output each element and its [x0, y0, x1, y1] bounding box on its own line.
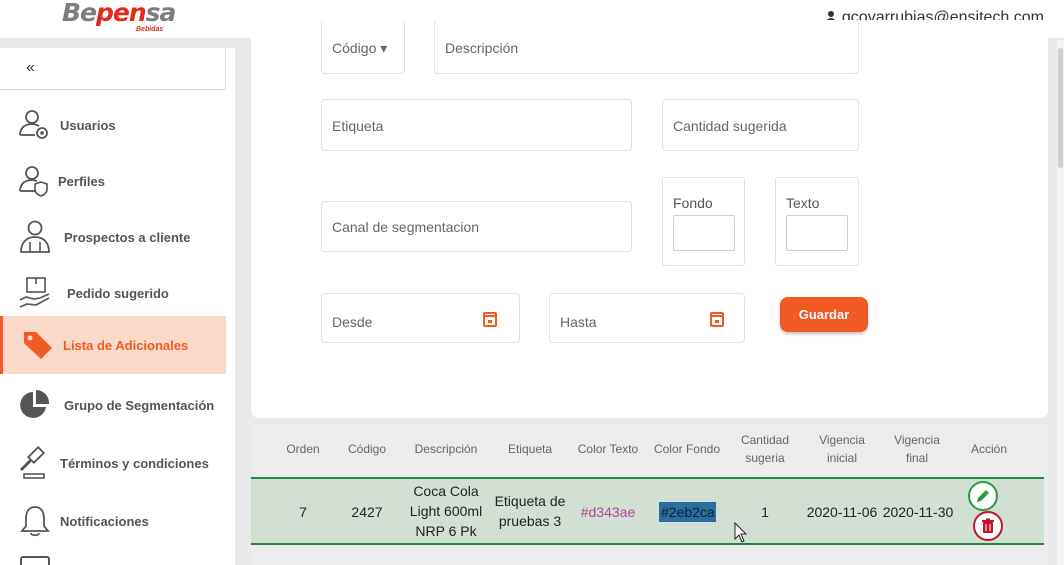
cell-vigencia-final: 2020-11-30 — [882, 504, 954, 520]
mouse-cursor-icon — [734, 522, 748, 543]
tag-icon — [24, 332, 52, 359]
etiqueta-field[interactable]: Etiqueta — [321, 99, 632, 151]
fondo-color-picker: Fondo — [662, 177, 745, 266]
double-chevron-left-icon: « — [26, 59, 35, 76]
gavel-icon — [19, 446, 46, 479]
calendar-icon[interactable] — [483, 312, 497, 327]
users-icon — [20, 220, 50, 253]
cell-color-texto: #d343ae — [580, 504, 636, 520]
fondo-label: Fondo — [673, 195, 713, 211]
sidebar-item-label: Lista de Adicionales — [63, 337, 189, 353]
collapse-sidebar-button[interactable]: « — [0, 48, 226, 90]
texto-color-picker: Texto — [775, 177, 859, 266]
sidebar-item-partial[interactable] — [20, 556, 50, 565]
cell-descripcion: Coca Cola Light 600ml NRP 6 Pk — [409, 483, 483, 539]
column-header-color-texto[interactable]: Color Texto — [573, 440, 643, 458]
texto-label: Texto — [786, 195, 820, 211]
column-header-descripcion[interactable]: Descripción — [406, 440, 486, 458]
bepensa-logo[interactable]: Bepensa Bebidas — [62, 0, 192, 34]
sidebar-item-label: Prospectos a cliente — [64, 229, 191, 245]
canal-placeholder: Canal de segmentacion — [332, 219, 480, 235]
user-gear-icon — [19, 110, 48, 139]
pie-chart-icon — [20, 389, 50, 418]
scrollbar-thumb[interactable] — [1058, 48, 1063, 168]
cell-codigo: 2427 — [351, 504, 383, 520]
sidebar-item-terminos[interactable]: Términos y condiciones — [0, 434, 226, 492]
cell-orden: 7 — [299, 504, 307, 520]
logo-subtext: Bebidas — [136, 26, 164, 33]
descripcion-field[interactable]: Descripción — [434, 20, 859, 74]
trash-icon — [982, 518, 994, 533]
cell-vigencia-inicial: 2020-11-06 — [806, 504, 878, 520]
hasta-date-field[interactable]: Hasta — [549, 293, 745, 343]
column-header-vigencia-inicial[interactable]: Vigencia inicial — [812, 431, 872, 467]
etiqueta-placeholder: Etiqueta — [332, 118, 384, 134]
delete-button[interactable] — [973, 511, 1003, 541]
sidebar-item-usuarios[interactable]: Usuarios — [0, 96, 226, 154]
sidebar-item-perfiles[interactable]: Perfiles — [0, 152, 226, 210]
sidebar-item-label: Perfiles — [58, 173, 105, 189]
page-scrollbar[interactable] — [1057, 40, 1064, 565]
descripcion-placeholder: Descripción — [445, 40, 519, 56]
edit-button[interactable] — [968, 481, 998, 511]
hasta-placeholder: Hasta — [560, 314, 597, 330]
sidebar-item-lista-adicionales[interactable]: Lista de Adicionales — [0, 316, 226, 374]
cantidad-placeholder: Cantidad sugerida — [673, 118, 787, 134]
texto-color-input[interactable] — [786, 215, 848, 251]
cell-color-fondo: #2eb2ca — [659, 502, 716, 522]
logo-wordmark: Bepensa — [62, 0, 176, 27]
bell-icon — [20, 506, 50, 537]
cell-etiqueta: Etiqueta de pruebas 3 — [494, 493, 566, 529]
pencil-icon — [977, 490, 989, 502]
column-header-etiqueta[interactable]: Etiqueta — [500, 440, 560, 458]
sidebar-item-prospectos[interactable]: Prospectos a cliente — [0, 208, 226, 266]
cell-cantidad: 1 — [761, 504, 769, 520]
column-header-orden[interactable]: Orden — [276, 440, 330, 458]
column-header-color-fondo[interactable]: Color Fondo — [651, 440, 723, 458]
column-header-vigencia-final[interactable]: Vigencia final — [887, 431, 947, 467]
user-shield-icon — [19, 166, 48, 197]
box-hand-icon — [19, 277, 50, 308]
column-header-codigo[interactable]: Código — [340, 440, 394, 458]
sidebar-item-label: Usuarios — [60, 117, 116, 133]
codigo-select[interactable]: Código ▾ — [321, 20, 405, 74]
cantidad-sugerida-field[interactable]: Cantidad sugerida — [662, 99, 859, 151]
save-button[interactable]: Guardar — [780, 297, 868, 332]
sidebar-item-grupo-segmentacion[interactable]: Grupo de Segmentación — [0, 376, 226, 434]
column-header-accion: Acción — [970, 442, 1008, 456]
sidebar-item-label: Pedido sugerido — [67, 285, 169, 301]
sidebar-item-notificaciones[interactable]: Notificaciones — [0, 492, 226, 550]
fondo-color-input[interactable] — [673, 215, 735, 251]
sidebar-item-label: Grupo de Segmentación — [64, 397, 215, 413]
sidebar: « Usuarios Perfiles Prospectos a cliente — [0, 48, 235, 565]
desde-placeholder: Desde — [332, 314, 373, 330]
column-header-cantidad[interactable]: Cantidad sugeria — [735, 431, 795, 467]
calendar-icon[interactable] — [710, 312, 724, 327]
sidebar-item-label: Términos y condiciones — [60, 455, 209, 471]
sidebar-item-pedido-sugerido[interactable]: Pedido sugerido — [0, 264, 226, 322]
sidebar-item-label: Notificaciones — [60, 513, 149, 529]
canal-segmentacion-field[interactable]: Canal de segmentacion — [321, 201, 632, 252]
codigo-label: Código ▾ — [332, 40, 388, 56]
desde-date-field[interactable]: Desde — [321, 293, 520, 343]
